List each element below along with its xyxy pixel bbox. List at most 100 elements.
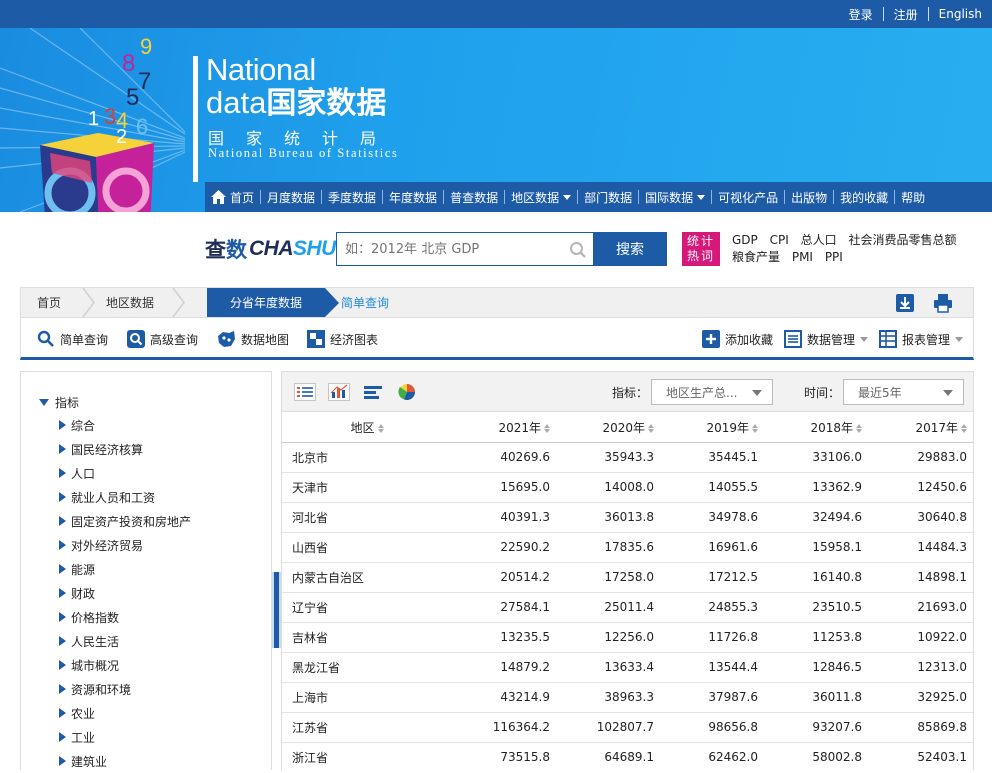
add-favorite-button[interactable]: 添加收藏: [702, 330, 773, 348]
tree-item[interactable]: 人民生活: [59, 629, 191, 653]
value-cell: 38963.3: [556, 682, 660, 713]
download-icon[interactable]: [895, 293, 915, 313]
tree-item[interactable]: 固定资产投资和房地产: [59, 509, 191, 533]
plus-icon: [702, 330, 720, 348]
bar-chart-icon[interactable]: [328, 383, 350, 401]
nav-home[interactable]: 首页: [205, 182, 260, 212]
nav-census[interactable]: 普查数据: [444, 182, 504, 212]
crumb-home[interactable]: 首页: [37, 288, 61, 317]
tree-item[interactable]: 就业人员和工资: [59, 485, 191, 509]
column-header-year[interactable]: 2019年: [660, 413, 764, 443]
value-cell: 23510.5: [764, 592, 868, 623]
column-header-year[interactable]: 2020年: [556, 413, 660, 443]
header-label: 地区: [350, 420, 375, 435]
tool-label: 数据地图: [241, 332, 290, 347]
hot-word[interactable]: GDP: [732, 233, 758, 247]
horizontal-bar-icon[interactable]: [362, 383, 384, 401]
tree-item[interactable]: 对外经济贸易: [59, 533, 191, 557]
tree-item-label: 农业: [71, 706, 96, 721]
nav-publications[interactable]: 出版物: [785, 182, 833, 212]
column-header-year[interactable]: 2018年: [764, 413, 868, 443]
value-cell: 14055.5: [660, 472, 764, 503]
crumb-provincial-annual[interactable]: 分省年度数据: [207, 288, 339, 317]
english-link[interactable]: English: [929, 7, 992, 21]
advanced-query-button[interactable]: 高级查询: [127, 330, 198, 348]
nav-department[interactable]: 部门数据: [578, 182, 638, 212]
table-row: 河北省 40391.3 36013.8 34978.6 32494.6 30640.8: [282, 502, 973, 533]
crumb-separator: [82, 288, 95, 317]
tree-root-indicators[interactable]: 指标: [39, 394, 79, 411]
search-button[interactable]: 搜索: [593, 232, 667, 266]
column-header-year[interactable]: 2017年: [868, 413, 973, 443]
nav-regional[interactable]: 地区数据: [505, 182, 577, 212]
nav-annual[interactable]: 年度数据: [383, 182, 443, 212]
tree-item[interactable]: 综合: [59, 413, 191, 437]
digit: 3: [104, 104, 117, 129]
value-cell: 29883.0: [868, 442, 973, 473]
query-toolbar: 简单查询 高级查询 数据地图 经济图表 添加收藏 数据管理 报表管理: [20, 318, 974, 360]
nav-help[interactable]: 帮助: [895, 182, 931, 212]
caret-right-icon: [59, 684, 66, 694]
panel-splitter-handle[interactable]: [272, 572, 281, 648]
econ-chart-button[interactable]: 经济图表: [307, 330, 378, 348]
hot-word[interactable]: 粮食产量: [732, 250, 780, 264]
tree-item[interactable]: 农业: [59, 701, 191, 725]
search-icon[interactable]: [569, 241, 587, 259]
value-cell: 16140.8: [764, 562, 868, 593]
login-link[interactable]: 登录: [839, 6, 883, 23]
table-row: 山西省 22590.2 17835.6 16961.6 15958.1 14484.3: [282, 532, 973, 563]
table-view-icon[interactable]: [294, 383, 316, 401]
hot-words-badge: 统计 热词: [682, 232, 720, 266]
tree-item[interactable]: 工业: [59, 725, 191, 749]
hot-word[interactable]: 总人口: [801, 233, 837, 247]
table-header-row: 地区 2021年 2020年 2019年 2018年 2017年: [282, 413, 973, 443]
simple-query-button[interactable]: 简单查询: [37, 330, 108, 348]
hot-word[interactable]: CPI: [770, 233, 789, 247]
indicator-select[interactable]: 地区生产总...: [651, 379, 773, 405]
brand-title: data国家数据: [206, 86, 386, 121]
nav-label: 出版物: [791, 190, 828, 205]
report-management-menu[interactable]: 报表管理: [879, 330, 964, 348]
search-input[interactable]: [337, 233, 563, 265]
pie-chart-icon[interactable]: [396, 383, 418, 401]
indicator-label: 指标：: [612, 386, 649, 400]
hot-word[interactable]: PMI: [792, 250, 813, 264]
nav-international[interactable]: 国际数据: [639, 182, 711, 212]
tree-item[interactable]: 建筑业: [59, 749, 191, 773]
column-header-year[interactable]: 2021年: [452, 413, 556, 443]
nav-label: 普查数据: [450, 190, 499, 205]
tree-item[interactable]: 城市概况: [59, 653, 191, 677]
tree-item[interactable]: 价格指数: [59, 605, 191, 629]
register-link[interactable]: 注册: [884, 6, 928, 23]
value-cell: 13362.9: [764, 472, 868, 503]
value-cell: 12313.0: [868, 652, 973, 683]
tree-item[interactable]: 人口: [59, 461, 191, 485]
column-header-region[interactable]: 地区: [282, 413, 452, 443]
value-cell: 15958.1: [764, 532, 868, 563]
value-cell: 14008.0: [556, 472, 660, 503]
tree-item-label: 价格指数: [71, 610, 120, 625]
nav-favorites[interactable]: 我的收藏: [834, 182, 894, 212]
chevron-down-icon: [752, 390, 762, 396]
chevron-down-icon: [943, 390, 953, 396]
nav-quarterly[interactable]: 季度数据: [322, 182, 382, 212]
hot-word[interactable]: 社会消费品零售总额: [848, 233, 956, 247]
value-cell: 11253.8: [764, 622, 868, 653]
tree-item[interactable]: 财政: [59, 581, 191, 605]
data-map-button[interactable]: 数据地图: [216, 330, 289, 348]
data-management-menu[interactable]: 数据管理: [784, 330, 869, 348]
hot-word[interactable]: PPI: [825, 250, 843, 264]
print-icon[interactable]: [933, 293, 953, 313]
time-select[interactable]: 最近5年: [843, 379, 964, 405]
sort-icon: [856, 423, 862, 433]
nav-monthly[interactable]: 月度数据: [261, 182, 321, 212]
tree-item-label: 人口: [71, 466, 96, 481]
tree-item[interactable]: 能源: [59, 557, 191, 581]
tree-item[interactable]: 国民经济核算: [59, 437, 191, 461]
crumb-region[interactable]: 地区数据: [106, 288, 154, 317]
badge-line: 统计: [686, 234, 715, 248]
nav-visualization[interactable]: 可视化产品: [712, 182, 784, 212]
tree-item[interactable]: 资源和环境: [59, 677, 191, 701]
value-cell: 12846.5: [764, 652, 868, 683]
value-cell: 36013.8: [556, 502, 660, 533]
